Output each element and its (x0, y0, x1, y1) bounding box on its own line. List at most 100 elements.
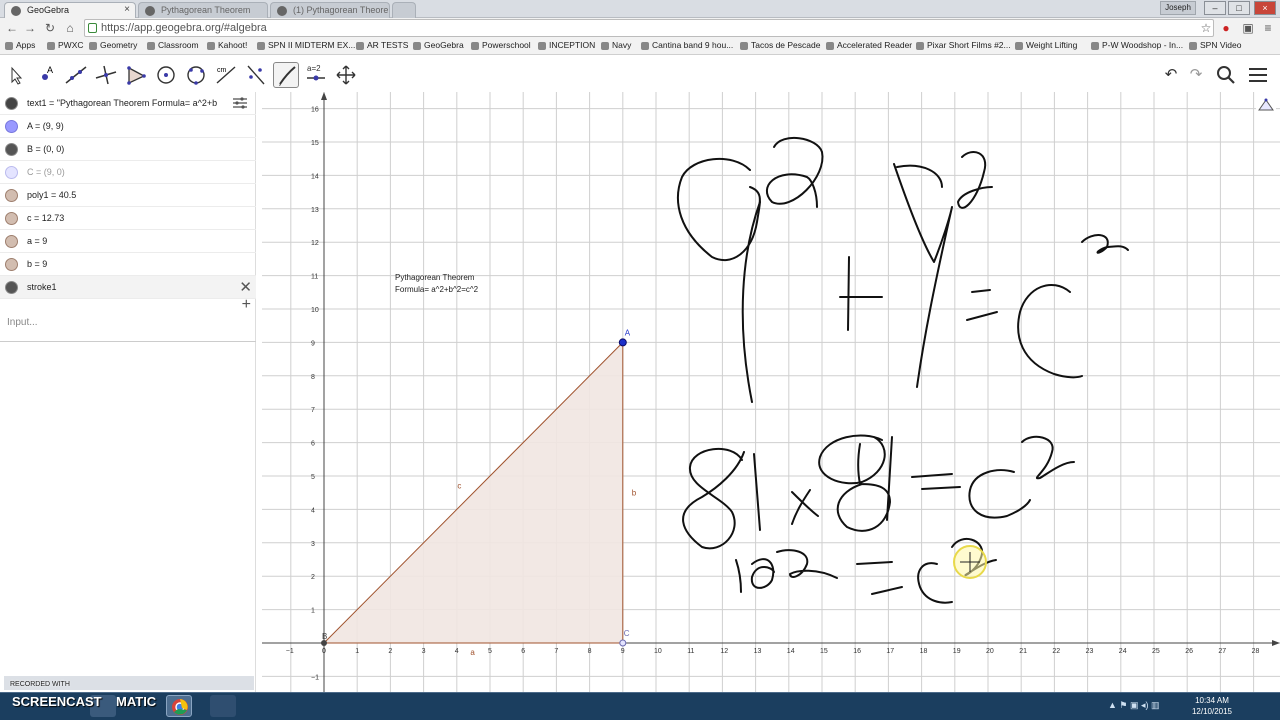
algebra-item[interactable]: text1 = "Pythagorean Theorem Formula= a^… (0, 92, 256, 115)
visibility-toggle-icon[interactable] (5, 143, 18, 156)
algebra-item-text: B = (0, 0) (27, 144, 65, 154)
home-icon[interactable]: ⌂ (62, 20, 78, 36)
visibility-toggle-icon[interactable] (5, 97, 18, 110)
x-tick-label: 5 (488, 648, 492, 655)
bookmark-item[interactable]: SPN Video (1188, 40, 1241, 50)
visibility-toggle-icon[interactable] (5, 281, 18, 294)
graphics-view[interactable]: −1 0 1 2 3 4 5 6 7 8 9 10 11 12 13 14 15 16 17 18 19 20 21 22 23… (257, 74, 1280, 711)
chrome-taskbar-icon[interactable] (166, 695, 192, 717)
address-bar[interactable]: https://app.geogebra.org/#algebra (84, 19, 1214, 37)
bookmark-item[interactable]: INCEPTION (537, 40, 595, 50)
new-tab-button[interactable] (392, 2, 416, 18)
x-tick-label: 22 (1052, 648, 1060, 655)
bookmark-item[interactable]: Powerschool (470, 40, 531, 50)
bookmark-item[interactable]: Classroom (146, 40, 199, 50)
tab-geogebra[interactable]: GeoGebra × (4, 2, 136, 18)
chrome-menu-icon[interactable]: ≡ (1260, 20, 1276, 36)
bookmark-item[interactable]: Geometry (88, 40, 137, 50)
move-tool-icon[interactable] (3, 62, 29, 88)
point-a[interactable] (618, 338, 627, 347)
bookmark-item[interactable]: AR TESTS (355, 40, 408, 50)
bookmark-item[interactable]: Cantina band 9 hou... (640, 40, 733, 50)
segment-b-label: b (632, 489, 637, 498)
bookmark-item[interactable]: Apps (4, 40, 35, 50)
pen-tool-icon[interactable] (273, 62, 299, 88)
slider-tool-icon[interactable]: a=2 (303, 62, 329, 88)
algebra-input-row[interactable]: Input... + (0, 296, 256, 342)
x-tick-label: 23 (1086, 648, 1094, 655)
algebra-item[interactable]: a = 9 (0, 230, 256, 253)
perpendicular-tool-icon[interactable] (93, 62, 119, 88)
formula-text-line-1[interactable]: Pythagorean Theorem (395, 273, 475, 282)
add-input-icon[interactable]: + (242, 296, 251, 314)
extension-icon[interactable]: ▣ (1240, 20, 1256, 36)
algebra-item[interactable]: A = (9, 9) (0, 115, 256, 138)
bookmark-item[interactable]: GeoGebra (412, 40, 464, 50)
undo-icon[interactable]: ↶ (1158, 62, 1184, 88)
svg-text:A: A (47, 65, 53, 75)
polygon-tool-icon[interactable] (123, 62, 149, 88)
back-icon[interactable]: ← (4, 20, 20, 36)
algebra-item[interactable]: C = (9, 0) (0, 161, 256, 184)
visibility-toggle-icon[interactable] (5, 189, 18, 202)
adblock-icon[interactable]: ● (1218, 20, 1234, 36)
delete-item-icon[interactable]: ✕ (239, 278, 252, 296)
taskbar-clock[interactable]: 10:34 AM 12/10/2015 (1192, 695, 1232, 717)
bookmark-item[interactable]: Pixar Short Films #2... (915, 40, 1011, 50)
circle-three-points-tool-icon[interactable] (183, 62, 209, 88)
x-tick-label: 4 (455, 648, 459, 655)
point-tool-icon[interactable]: A (33, 62, 59, 88)
visibility-toggle-icon[interactable] (5, 258, 18, 271)
y-tick-label: 8 (311, 374, 315, 381)
bookmark-item[interactable]: SPN II MIDTERM EX... (256, 40, 355, 50)
reload-icon[interactable]: ↻ (42, 20, 58, 36)
algebra-style-bar-icon[interactable] (230, 95, 250, 111)
graphics-style-bar-icon[interactable] (1256, 96, 1276, 114)
visibility-toggle-icon[interactable] (5, 120, 18, 133)
system-tray-icons[interactable]: ▲ ⚑ ▣ ◂) ▥ (1108, 700, 1188, 714)
x-tick-label: −1 (286, 648, 294, 655)
bookmark-item[interactable]: Weight Lifting (1014, 40, 1077, 50)
lock-icon (88, 23, 97, 33)
reflect-tool-icon[interactable] (243, 62, 269, 88)
search-icon[interactable] (1213, 62, 1239, 88)
star-icon[interactable]: ☆ (1198, 20, 1214, 36)
handwriting-c-stroke (1017, 283, 1083, 379)
formula-text-line-2[interactable]: Formula= a^2+b^2=c^2 (395, 285, 479, 294)
circle-tool-icon[interactable] (153, 62, 179, 88)
maximize-icon[interactable]: □ (1228, 1, 1250, 15)
tab-pythagorean[interactable]: Pythagorean Theorem (138, 2, 268, 18)
bookmark-item[interactable]: PWXC (46, 40, 84, 50)
screen-recorder-icon[interactable] (210, 695, 236, 717)
graphics-canvas[interactable]: −1 0 1 2 3 4 5 6 7 8 9 10 11 12 13 14 15 16 17 18 19 20 21 22 23… (257, 74, 1280, 711)
freehand-pen-strokes[interactable] (677, 136, 1129, 604)
bookmark-item[interactable]: Navy (600, 40, 631, 50)
tab-video[interactable]: (1) Pythagorean Theorem - DiGi... (270, 2, 390, 18)
bookmark-item[interactable]: Accelerated Reader (825, 40, 912, 50)
algebra-item[interactable]: poly1 = 40.5 (0, 184, 256, 207)
bookmark-item[interactable]: P-W Woodshop - In... (1090, 40, 1183, 50)
close-tab-icon[interactable]: × (124, 4, 130, 15)
move-graphics-tool-icon[interactable] (333, 62, 359, 88)
geogebra-favicon-icon (11, 6, 21, 16)
bookmark-item[interactable]: Tacos de Pescade (739, 40, 820, 50)
redo-icon[interactable]: ↷ (1183, 62, 1209, 88)
forward-icon[interactable]: → (22, 20, 38, 36)
user-profile-button[interactable]: Joseph (1160, 1, 1196, 15)
algebra-item[interactable]: c = 12.73 (0, 207, 256, 230)
clock-time: 10:34 AM (1195, 696, 1229, 705)
bookmark-item[interactable]: Kahoot! (206, 40, 247, 50)
visibility-toggle-icon[interactable] (5, 166, 18, 179)
algebra-item[interactable]: b = 9 (0, 253, 256, 276)
algebra-item-selected[interactable]: stroke1 ✕ (0, 276, 256, 299)
line-tool-icon[interactable] (63, 62, 89, 88)
visibility-toggle-icon[interactable] (5, 212, 18, 225)
menu-icon[interactable] (1245, 62, 1271, 88)
handwriting-a-stroke (741, 201, 761, 403)
point-c[interactable] (619, 639, 627, 647)
angle-tool-icon[interactable]: cm (213, 62, 239, 88)
visibility-toggle-icon[interactable] (5, 235, 18, 248)
minimize-icon[interactable]: – (1204, 1, 1226, 15)
algebra-item[interactable]: B = (0, 0) (0, 138, 256, 161)
close-window-icon[interactable]: × (1254, 1, 1276, 15)
